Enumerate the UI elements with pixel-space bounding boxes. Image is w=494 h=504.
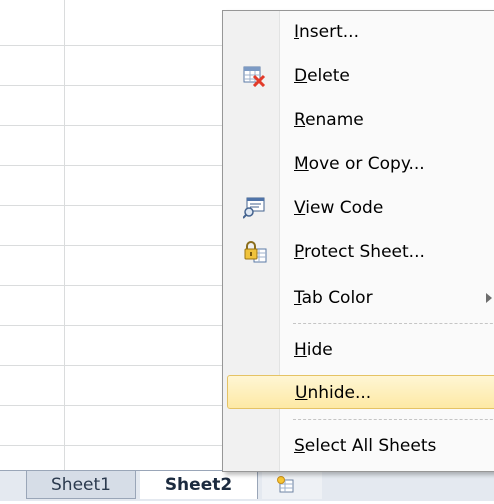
sheet-tab-sheet2[interactable]: Sheet2: [140, 471, 258, 499]
delete-sheet-icon: [243, 65, 267, 88]
menu-item-label: Protect Sheet...: [294, 242, 425, 262]
menu-item-unhide[interactable]: Unhide...: [227, 375, 494, 409]
grid-row-line: [0, 45, 240, 46]
grid-row-line: [0, 165, 240, 166]
submenu-arrow-icon: [486, 293, 492, 303]
menu-item-protect-sheet[interactable]: Protect Sheet...: [227, 235, 494, 269]
menu-item-select-all-sheets[interactable]: Select All Sheets: [227, 429, 494, 463]
protect-sheet-icon: [243, 241, 267, 263]
grid-row-line: [0, 205, 240, 206]
grid-row-line: [0, 285, 240, 286]
menu-item-label: Hide: [294, 340, 333, 360]
menu-item-move-or-copy[interactable]: Move or Copy...: [227, 147, 494, 181]
insert-worksheet-tab[interactable]: [262, 471, 322, 499]
grid-row-line: [0, 85, 240, 86]
menu-separator: [293, 419, 494, 420]
grid-row-line: [0, 245, 240, 246]
menu-item-hide[interactable]: Hide: [227, 333, 494, 367]
grid-row-line: [0, 445, 240, 446]
menu-item-delete[interactable]: Delete: [227, 59, 494, 93]
menu-item-label: Delete: [294, 66, 350, 86]
grid-row-line: [0, 125, 240, 126]
menu-item-label: Insert...: [294, 22, 359, 42]
menu-item-tab-color[interactable]: Tab Color: [227, 281, 494, 315]
menu-separator: [293, 323, 494, 324]
menu-item-label: Unhide...: [295, 383, 372, 403]
grid-row-line: [0, 365, 240, 366]
grid-row-line: [0, 405, 240, 406]
sheet-tab-bar: Sheet1 Sheet2: [0, 470, 494, 501]
menu-item-label: Move or Copy...: [294, 154, 425, 174]
menu-item-insert[interactable]: Insert...: [227, 15, 494, 49]
menu-item-label: View Code: [294, 198, 384, 218]
grid-row-line: [0, 325, 240, 326]
menu-item-label: Select All Sheets: [294, 436, 437, 456]
menu-item-rename[interactable]: Rename: [227, 103, 494, 137]
sheet-tab-context-menu: Insert... Delete Rename Move or Copy...: [222, 10, 494, 472]
menu-item-view-code[interactable]: View Code: [227, 191, 494, 225]
menu-item-label: Rename: [294, 110, 364, 130]
menu-item-label: Tab Color: [294, 288, 373, 308]
grid-column-line: [64, 0, 65, 470]
view-code-icon: [242, 197, 267, 219]
sheet-tab-sheet1[interactable]: Sheet1: [26, 471, 136, 499]
